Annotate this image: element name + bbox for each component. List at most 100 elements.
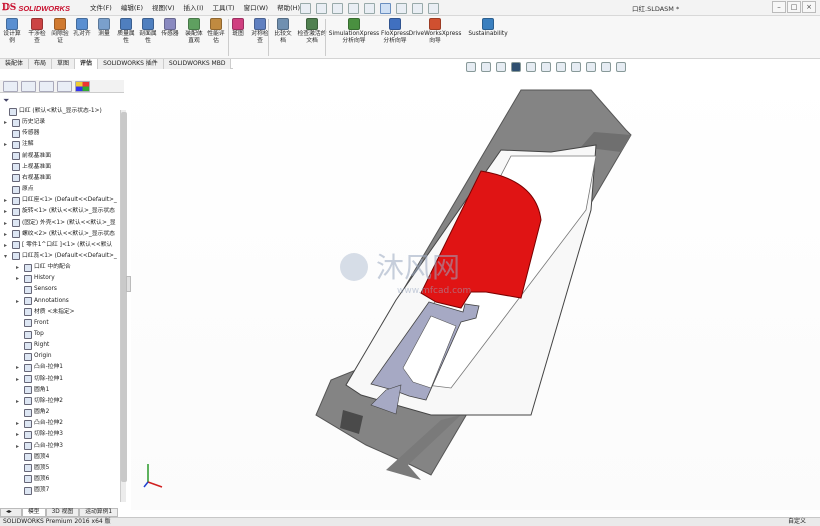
feature-manager-icon[interactable]: [3, 81, 18, 92]
tree-item[interactable]: ▸ 历史记录: [4, 117, 45, 128]
ribbon-button[interactable]: 质量属性: [115, 18, 137, 45]
ribbon-button[interactable]: 设计算例: [2, 18, 22, 45]
ribbon-button[interactable]: 孔对齐: [73, 18, 91, 38]
tab-5[interactable]: SOLIDWORKS MBD: [163, 59, 232, 69]
select-pointer-icon[interactable]: [380, 2, 391, 14]
tree-item[interactable]: ▸ 切除-拉伸3: [16, 429, 63, 440]
tree-item[interactable]: ▸ 凸台-拉伸1: [16, 362, 63, 373]
dimxpert-icon[interactable]: [57, 81, 72, 92]
display-manager-icon[interactable]: [75, 81, 90, 92]
tree-item[interactable]: Sensors: [16, 284, 57, 295]
ribbon-button[interactable]: 传感器: [160, 18, 180, 38]
tree-item[interactable]: ▸ 注解: [4, 139, 34, 150]
ribbon-button[interactable]: DriveWorksXpress 向导: [409, 18, 461, 45]
ribbon-button[interactable]: 干涉检查: [28, 18, 46, 45]
tree-item[interactable]: 传感器: [4, 128, 39, 139]
ribbon-button[interactable]: 剖面属性: [137, 18, 159, 45]
bottom-tab-1[interactable]: 3D 视图: [45, 508, 80, 517]
ribbon-button[interactable]: 对称检查: [250, 18, 270, 45]
expand-arrow-icon[interactable]: ▸: [16, 374, 22, 385]
tree-item[interactable]: ▸ [ 零件1^口红 ]<1> (默认<<默认: [4, 240, 112, 251]
apply-scene-icon[interactable]: [601, 62, 611, 72]
expand-arrow-icon[interactable]: ▸: [4, 139, 10, 150]
menu-item[interactable]: 窗口(W): [244, 2, 269, 12]
tree-item[interactable]: ▸ 口红 中的配合: [16, 262, 71, 273]
graphics-area[interactable]: 沐风网 www.mfcad.com: [131, 70, 820, 510]
expand-arrow-icon[interactable]: ▸: [16, 396, 22, 407]
menu-item[interactable]: 视图(V): [152, 2, 175, 12]
tree-scrollbar[interactable]: [120, 110, 127, 502]
tree-item[interactable]: 材质 <未指定>: [16, 307, 75, 318]
expand-arrow-icon[interactable]: ▸: [16, 273, 22, 284]
tree-item[interactable]: 圆顶6: [16, 474, 49, 485]
tree-item[interactable]: ▸ 凸台-拉伸2: [16, 418, 63, 429]
configuration-manager-icon[interactable]: [39, 81, 54, 92]
tree-item[interactable]: ▸ 旋转<1> (默认<<默认>_显示状态: [4, 206, 115, 217]
expand-arrow-icon[interactable]: ▸: [4, 117, 10, 128]
open-icon[interactable]: [316, 2, 327, 14]
menu-item[interactable]: 插入(I): [184, 2, 204, 12]
expand-arrow-icon[interactable]: ▸: [16, 429, 22, 440]
tree-filter[interactable]: ⏷: [0, 94, 124, 106]
print-icon[interactable]: [348, 2, 359, 14]
tab-4[interactable]: SOLIDWORKS 插件: [98, 59, 164, 69]
maximize-icon[interactable]: □: [787, 1, 801, 13]
tree-item[interactable]: ▸ 螺纹<2> (默认<<默认>_显示状态: [4, 229, 115, 240]
menu-item[interactable]: 文件(F): [90, 2, 112, 12]
tree-item[interactable]: 右视基准面: [4, 173, 51, 184]
hide-show-items-icon[interactable]: [571, 62, 581, 72]
minimize-icon[interactable]: –: [772, 1, 786, 13]
expand-arrow-icon[interactable]: ▾: [4, 251, 10, 262]
undo-icon[interactable]: [364, 2, 375, 14]
tree-item[interactable]: ▸ Annotations: [16, 296, 69, 307]
ribbon-button[interactable]: FloXpress 分析向导: [381, 18, 409, 45]
expand-arrow-icon[interactable]: ▸: [16, 296, 22, 307]
tree-item[interactable]: 口红 (默认<默认_显示状态-1>): [1, 106, 102, 117]
bottom-tab-0[interactable]: 模型: [22, 508, 46, 517]
menu-item[interactable]: 编辑(E): [121, 2, 143, 12]
display-style-icon[interactable]: [556, 62, 566, 72]
solidworks-logo[interactable]: 𝔻S SOLIDWORKS: [2, 1, 82, 15]
close-icon[interactable]: ×: [802, 1, 816, 13]
ribbon-button[interactable]: 装配体直观: [183, 18, 205, 45]
tab-1[interactable]: 布局: [29, 59, 53, 69]
new-document-icon[interactable]: [300, 2, 311, 14]
tab-2[interactable]: 草图: [52, 59, 76, 69]
previous-view-icon[interactable]: [496, 62, 506, 72]
expand-arrow-icon[interactable]: ▸: [4, 229, 10, 240]
tab-3[interactable]: 评估: [75, 59, 99, 69]
edit-appearance-icon[interactable]: [586, 62, 596, 72]
property-manager-icon[interactable]: [21, 81, 36, 92]
ribbon-button[interactable]: 比较文档: [272, 18, 294, 45]
view-orientation-icon[interactable]: [541, 62, 551, 72]
dynamic-annotation-icon[interactable]: [526, 62, 536, 72]
save-icon[interactable]: [332, 2, 343, 14]
tree-item[interactable]: 圆顶7: [16, 485, 49, 496]
tree-item[interactable]: ▸ (固定) 外壳<1> (默认<<默认>_显: [4, 218, 116, 229]
tree-item[interactable]: ▸ 切除-拉伸1: [16, 374, 63, 385]
options-gear-icon[interactable]: [428, 2, 439, 14]
tree-item[interactable]: Origin: [16, 351, 52, 362]
tab-0[interactable]: 装配体: [0, 59, 30, 69]
tree-item[interactable]: 圆角2: [16, 407, 49, 418]
tree-item[interactable]: 原点: [4, 184, 34, 195]
ribbon-button[interactable]: 检查激活的文档: [297, 18, 327, 45]
ribbon-button[interactable]: 性能评估: [206, 18, 226, 45]
expand-arrow-icon[interactable]: ▸: [16, 441, 22, 452]
expand-arrow-icon[interactable]: ▸: [4, 206, 10, 217]
expand-arrow-icon[interactable]: ▸: [16, 418, 22, 429]
section-view-icon[interactable]: [511, 62, 521, 72]
menu-item[interactable]: 帮助(H): [277, 2, 300, 12]
ribbon-button[interactable]: 斑图: [230, 18, 246, 38]
ribbon-button[interactable]: 间隙验证: [50, 18, 70, 45]
bottom-tab-2[interactable]: 运动算例1: [79, 508, 119, 517]
view-settings-icon[interactable]: [616, 62, 626, 72]
expand-arrow-icon[interactable]: ▸: [16, 362, 22, 373]
tree-item[interactable]: 上视基准面: [4, 162, 51, 173]
tree-item[interactable]: 前视基准面: [4, 151, 51, 162]
ribbon-button[interactable]: 测量: [95, 18, 113, 38]
tree-item[interactable]: 圆角1: [16, 385, 49, 396]
tree-item[interactable]: ▸ 口红座<1> (Default<<Default>_: [4, 195, 117, 206]
ribbon-button[interactable]: Sustainability: [468, 18, 508, 38]
file-properties-icon[interactable]: [412, 2, 423, 14]
